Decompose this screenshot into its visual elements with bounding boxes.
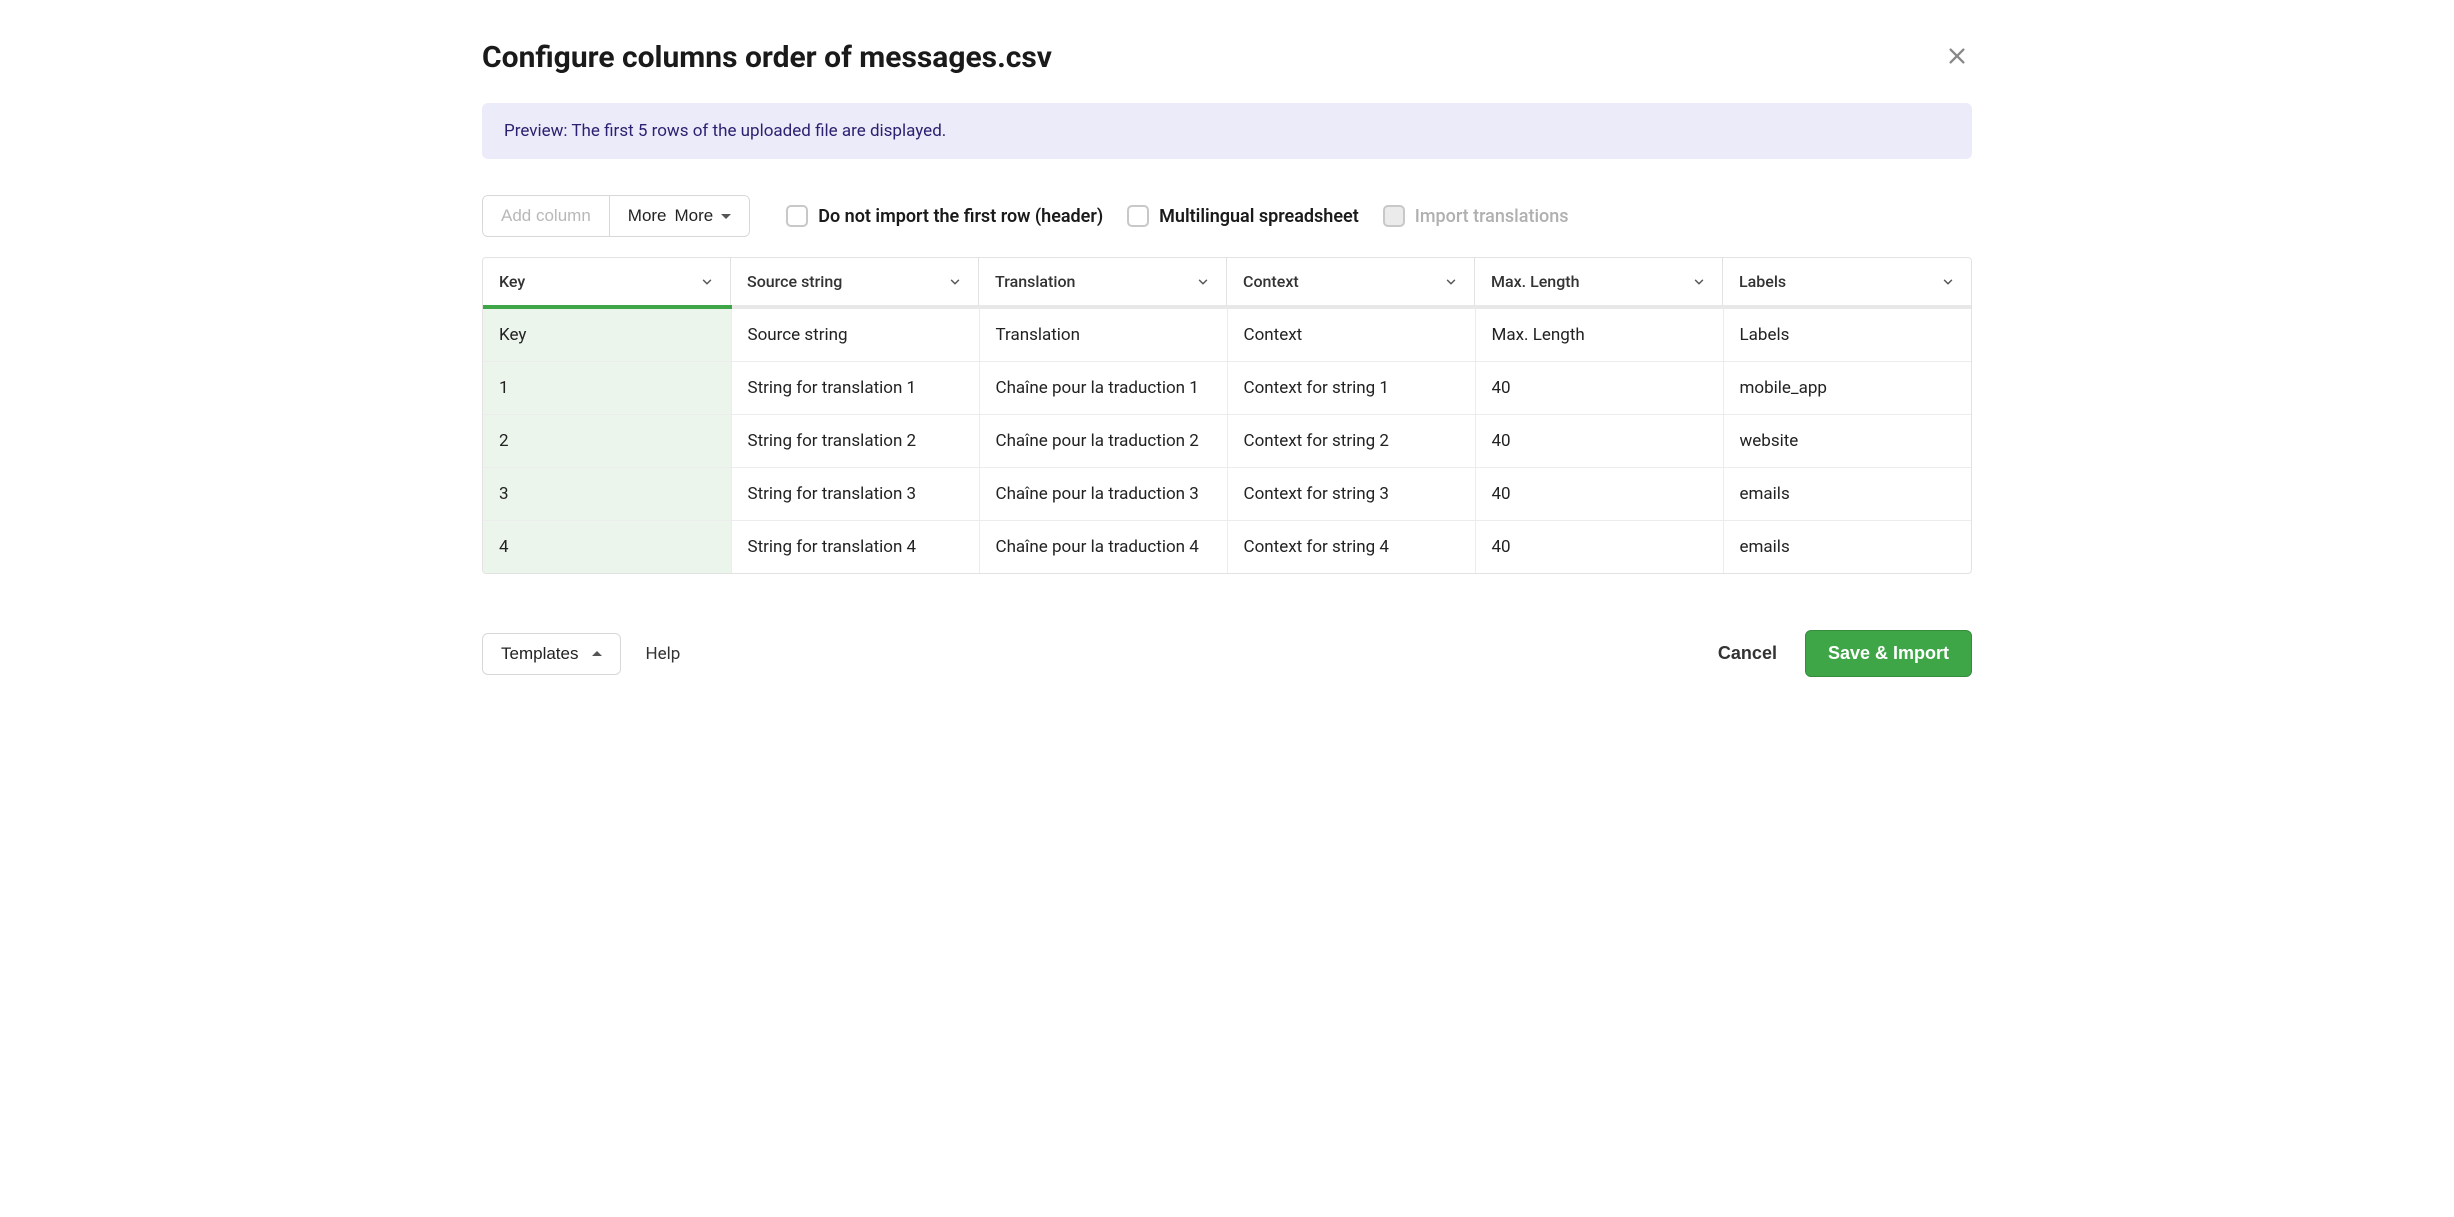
- table-cell: Context for string 2: [1227, 415, 1475, 468]
- table-cell: 40: [1475, 468, 1723, 521]
- table-cell: Context for string 3: [1227, 468, 1475, 521]
- table-row: KeySource stringTranslationContextMax. L…: [483, 307, 1971, 362]
- do-not-import-first-row-checkbox-group[interactable]: Do not import the first row (header): [786, 205, 1103, 227]
- chevron-down-icon: [700, 275, 714, 289]
- table-cell: 40: [1475, 415, 1723, 468]
- help-link[interactable]: Help: [645, 644, 680, 664]
- table-cell: 40: [1475, 362, 1723, 415]
- add-column-button[interactable]: Add column: [483, 196, 610, 236]
- do-not-import-first-row-label: Do not import the first row (header): [818, 206, 1103, 227]
- table-cell: emails: [1723, 521, 1971, 574]
- chevron-down-icon: [1444, 275, 1458, 289]
- chevron-up-icon: [592, 651, 602, 656]
- page-title: Configure columns order of messages.csv: [482, 40, 1052, 75]
- more-button[interactable]: More More: [610, 196, 749, 236]
- multilingual-checkbox-group[interactable]: Multilingual spreadsheet: [1127, 205, 1359, 227]
- templates-button[interactable]: Templates: [482, 633, 621, 675]
- chevron-down-icon: [721, 214, 731, 219]
- preview-table: KeySource stringTranslationContextMax. L…: [482, 257, 1972, 574]
- table-cell: String for translation 4: [731, 521, 979, 574]
- templates-label: Templates: [501, 644, 578, 664]
- footer: Templates Help Cancel Save & Import: [482, 630, 1972, 677]
- table-cell: 2: [483, 415, 731, 468]
- column-selector-label: Labels: [1739, 272, 1786, 291]
- column-selector-label: Max. Length: [1491, 272, 1580, 291]
- column-selector-label: Translation: [995, 272, 1075, 291]
- toolbar: Add column More More Do not import the f…: [482, 195, 1972, 237]
- multilingual-label: Multilingual spreadsheet: [1159, 206, 1359, 227]
- column-selector[interactable]: Source string: [731, 258, 979, 305]
- table-cell: 4: [483, 521, 731, 574]
- table-cell: String for translation 2: [731, 415, 979, 468]
- table-row: 1String for translation 1Chaîne pour la …: [483, 362, 1971, 415]
- column-selector[interactable]: Labels: [1723, 258, 1971, 305]
- table-cell: Translation: [979, 307, 1227, 362]
- table-cell: 3: [483, 468, 731, 521]
- import-translations-checkbox-group: Import translations: [1383, 205, 1569, 227]
- table-cell: Max. Length: [1475, 307, 1723, 362]
- table-cell: Context: [1227, 307, 1475, 362]
- table-cell: 1: [483, 362, 731, 415]
- table-cell: String for translation 3: [731, 468, 979, 521]
- more-label: More: [628, 206, 667, 226]
- chevron-down-icon: [1692, 275, 1706, 289]
- table-cell: website: [1723, 415, 1971, 468]
- chevron-down-icon: [948, 275, 962, 289]
- more-label: More: [675, 206, 714, 226]
- close-button[interactable]: [1942, 41, 1972, 74]
- table-cell: Source string: [731, 307, 979, 362]
- column-selector[interactable]: Translation: [979, 258, 1227, 305]
- save-import-button[interactable]: Save & Import: [1805, 630, 1972, 677]
- column-selector[interactable]: Context: [1227, 258, 1475, 305]
- table-cell: 40: [1475, 521, 1723, 574]
- table-cell: Key: [483, 307, 731, 362]
- table-row: 2String for translation 2Chaîne pour la …: [483, 415, 1971, 468]
- chevron-down-icon: [1941, 275, 1955, 289]
- close-icon: [1946, 45, 1968, 70]
- table-row: 4String for translation 4Chaîne pour la …: [483, 521, 1971, 574]
- table-row: 3String for translation 3Chaîne pour la …: [483, 468, 1971, 521]
- table-cell: mobile_app: [1723, 362, 1971, 415]
- add-column-label: Add column: [501, 206, 591, 226]
- table-cell: emails: [1723, 468, 1971, 521]
- table-cell: String for translation 1: [731, 362, 979, 415]
- column-selector-label: Context: [1243, 272, 1299, 291]
- table-cell: Chaîne pour la traduction 2: [979, 415, 1227, 468]
- column-selector[interactable]: Max. Length: [1475, 258, 1723, 305]
- column-selector[interactable]: Key: [483, 258, 731, 305]
- column-selector-label: Source string: [747, 272, 842, 291]
- preview-banner: Preview: The first 5 rows of the uploade…: [482, 103, 1972, 159]
- table-cell: Context for string 1: [1227, 362, 1475, 415]
- table-cell: Chaîne pour la traduction 3: [979, 468, 1227, 521]
- table-cell: Chaîne pour la traduction 4: [979, 521, 1227, 574]
- import-translations-label: Import translations: [1415, 206, 1569, 227]
- checkbox-icon: [1127, 205, 1149, 227]
- table-cell: Labels: [1723, 307, 1971, 362]
- checkbox-icon: [786, 205, 808, 227]
- table-cell: Chaîne pour la traduction 1: [979, 362, 1227, 415]
- chevron-down-icon: [1196, 275, 1210, 289]
- cancel-button[interactable]: Cancel: [1718, 643, 1777, 664]
- table-cell: Context for string 4: [1227, 521, 1475, 574]
- column-selector-label: Key: [499, 272, 525, 291]
- checkbox-icon: [1383, 205, 1405, 227]
